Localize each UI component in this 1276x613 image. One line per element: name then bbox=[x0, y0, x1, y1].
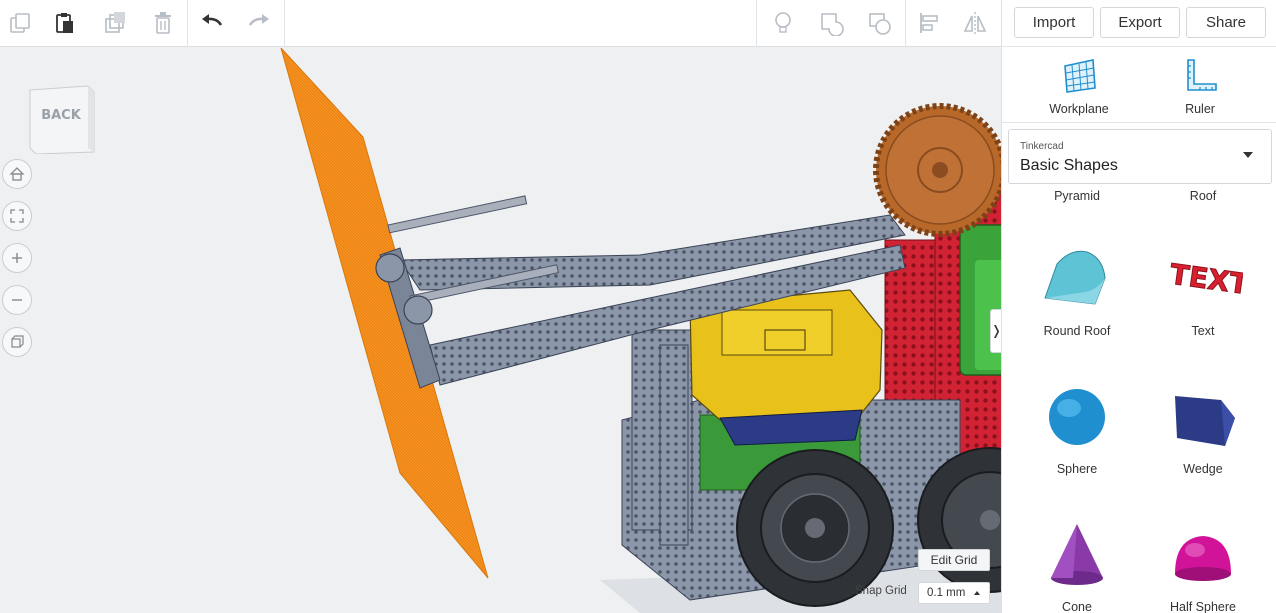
shape-label: Text bbox=[1191, 324, 1215, 338]
ruler-tool[interactable]: Ruler bbox=[1145, 56, 1255, 116]
shape-label: Sphere bbox=[1056, 462, 1098, 476]
view-cube[interactable]: BACK bbox=[28, 82, 96, 155]
zoom-in-icon bbox=[12, 253, 22, 263]
file-actions: Import Export Share bbox=[1002, 0, 1276, 47]
align-icon[interactable] bbox=[910, 4, 948, 42]
caret-up-icon bbox=[974, 591, 980, 595]
copy-icon[interactable] bbox=[1, 4, 39, 42]
mirror-icon[interactable] bbox=[956, 4, 994, 42]
snap-grid-select[interactable]: 0.1 mm bbox=[918, 582, 990, 604]
view-cube-face: BACK bbox=[41, 108, 81, 123]
round-roof-icon bbox=[1044, 250, 1106, 305]
shapes-panel: Import Export Share Workplane Ruler Tink… bbox=[1001, 0, 1276, 613]
workplane-tools: Workplane Ruler bbox=[1002, 48, 1276, 123]
edit-grid-button[interactable]: Edit Grid bbox=[918, 549, 990, 571]
shape-grid: Pyramid Roof Round Roof TEXT Text Sphere… bbox=[1002, 186, 1276, 613]
shape-label: Half Sphere bbox=[1169, 600, 1236, 613]
snap-grid-value: 0.1 mm bbox=[927, 587, 966, 599]
toolbar-divider bbox=[905, 0, 906, 47]
redo-icon[interactable] bbox=[240, 4, 278, 42]
shape-roof[interactable]: Roof bbox=[1140, 189, 1266, 203]
home-icon bbox=[9, 167, 25, 181]
zoom-in-button[interactable] bbox=[2, 243, 32, 273]
perspective-toggle-button[interactable] bbox=[2, 327, 32, 357]
shape-label: Roof bbox=[1189, 189, 1217, 203]
shape-label: Round Roof bbox=[1043, 324, 1111, 338]
fit-view-icon bbox=[10, 209, 24, 223]
shape-wedge[interactable]: Wedge bbox=[1140, 382, 1266, 476]
undo-icon[interactable] bbox=[193, 4, 231, 42]
orange-gear[interactable] bbox=[873, 103, 1001, 237]
sphere-icon bbox=[1049, 389, 1105, 445]
delete-icon[interactable] bbox=[144, 4, 182, 42]
scene-canvas[interactable] bbox=[0, 48, 1001, 613]
workplane-tool[interactable]: Workplane bbox=[1024, 56, 1134, 116]
shape-pyramid[interactable]: Pyramid bbox=[1014, 189, 1140, 203]
chevron-down-icon bbox=[1243, 152, 1253, 158]
toolbar-divider bbox=[756, 0, 757, 47]
main-toolbar bbox=[0, 0, 1001, 47]
wheel-left[interactable] bbox=[736, 449, 894, 607]
snap-grid-label: Snap Grid bbox=[855, 585, 907, 597]
group-icon[interactable] bbox=[812, 4, 850, 42]
import-button[interactable]: Import bbox=[1014, 7, 1094, 38]
ruler-icon bbox=[1187, 59, 1217, 91]
home-view-button[interactable] bbox=[2, 159, 32, 189]
shape-label: Pyramid bbox=[1054, 189, 1100, 203]
workplane-label: Workplane bbox=[1049, 102, 1109, 116]
shape-cone[interactable]: Cone bbox=[1014, 520, 1140, 613]
library-name: Basic Shapes bbox=[1020, 157, 1118, 174]
toolbar-divider bbox=[187, 0, 188, 47]
toolbar-divider bbox=[284, 0, 285, 47]
3d-viewport[interactable]: BACK ❭ Edit Grid Snap Grid 0.1 mm bbox=[0, 48, 1001, 613]
shape-text[interactable]: TEXT Text bbox=[1140, 244, 1266, 338]
ungroup-icon[interactable] bbox=[860, 4, 898, 42]
zoom-out-button[interactable] bbox=[2, 285, 32, 315]
shape-label: Wedge bbox=[1183, 462, 1223, 476]
library-provider: Tinkercad bbox=[1020, 141, 1064, 152]
collapse-panel-button[interactable]: ❭ bbox=[990, 309, 1001, 353]
orange-plate[interactable] bbox=[280, 48, 489, 579]
export-button[interactable]: Export bbox=[1100, 7, 1180, 38]
zoom-out-icon bbox=[12, 299, 22, 301]
shape-half-sphere[interactable]: Half Sphere bbox=[1140, 520, 1266, 613]
chevron-right-icon: ❭ bbox=[991, 323, 1001, 339]
fit-view-button[interactable] bbox=[2, 201, 32, 231]
workplane-icon bbox=[1064, 59, 1096, 93]
shape-label: Cone bbox=[1062, 600, 1092, 613]
lightbulb-icon[interactable] bbox=[764, 4, 802, 42]
text-shape-word: TEXT bbox=[1168, 257, 1243, 301]
shape-round-roof[interactable]: Round Roof bbox=[1014, 244, 1140, 338]
ruler-label: Ruler bbox=[1185, 102, 1215, 116]
paste-icon[interactable] bbox=[46, 4, 84, 42]
half-sphere-icon bbox=[1175, 536, 1231, 581]
cone-icon bbox=[1051, 524, 1103, 585]
shape-sphere[interactable]: Sphere bbox=[1014, 382, 1140, 476]
perspective-icon bbox=[11, 335, 24, 348]
duplicate-icon[interactable] bbox=[96, 4, 134, 42]
share-button[interactable]: Share bbox=[1186, 7, 1266, 38]
wedge-icon bbox=[1175, 396, 1235, 446]
text-shape-icon: TEXT bbox=[1167, 257, 1243, 302]
shape-library-select[interactable]: Tinkercad Basic Shapes bbox=[1008, 129, 1272, 184]
